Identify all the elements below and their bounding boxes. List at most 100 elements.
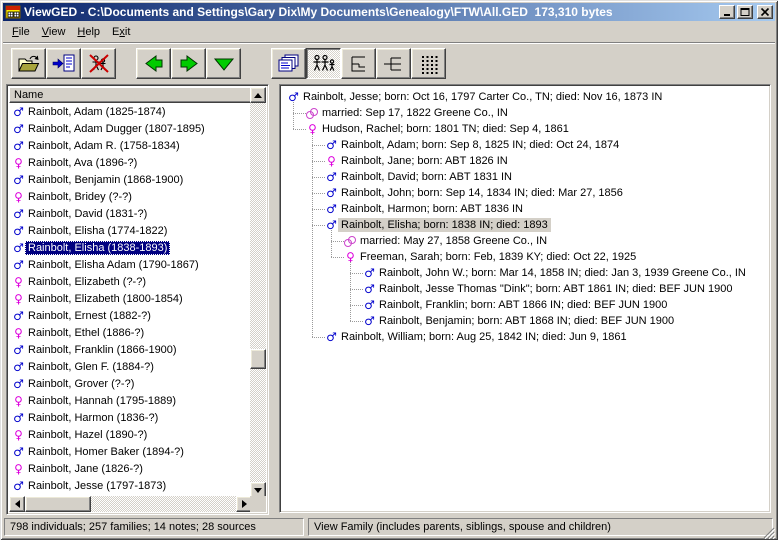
tree-row[interactable]: ♂Rainbolt, Harmon; born: ABT 1836 IN bbox=[282, 201, 768, 217]
status-counts: 798 individuals; 257 families; 14 notes;… bbox=[4, 518, 304, 536]
down-button[interactable] bbox=[206, 48, 241, 79]
tree-row[interactable]: ♂Rainbolt, Franklin; born: ABT 1866 IN; … bbox=[282, 297, 768, 313]
window-title: ViewGED - C:\Documents and Settings\Gary… bbox=[24, 5, 719, 19]
copy-pages-button[interactable] bbox=[271, 48, 306, 79]
person-red-x-icon bbox=[87, 53, 111, 75]
list-item-label: Rainbolt, Adam R. (1758-1834) bbox=[25, 139, 183, 153]
family-tree: ♂Rainbolt, Jesse; born: Oct 16, 1797 Car… bbox=[282, 87, 768, 510]
male-icon: ♂ bbox=[325, 170, 338, 184]
list-item[interactable]: ♂Rainbolt, David (1831-?) bbox=[9, 205, 252, 222]
male-icon: ♂ bbox=[12, 445, 25, 459]
tree-connector bbox=[293, 102, 294, 129]
list-item[interactable]: ♀Rainbolt, Hannah (1795-1889) bbox=[9, 392, 252, 409]
male-icon: ♂ bbox=[12, 411, 25, 425]
list-item[interactable]: ♀Rainbolt, Elizabeth (?-?) bbox=[9, 273, 252, 290]
arrow-to-document-icon bbox=[52, 53, 76, 75]
open-file-button[interactable] bbox=[11, 48, 46, 79]
vscroll-thumb[interactable] bbox=[250, 349, 266, 369]
list-item[interactable]: ♂Rainbolt, Adam Dugger (1807-1895) bbox=[9, 120, 252, 137]
tree-row-text: Rainbolt, David; born: ABT 1831 IN bbox=[338, 170, 515, 184]
list-item[interactable]: ♂Rainbolt, Glen F. (1884-?) bbox=[9, 358, 252, 375]
female-icon: ♀ bbox=[12, 394, 25, 408]
tree-row-text: Rainbolt, William; born: Aug 25, 1842 IN… bbox=[338, 330, 630, 344]
tree-row[interactable]: ♂Rainbolt, Adam; born: Sep 8, 1825 IN; d… bbox=[282, 137, 768, 153]
tree-row[interactable]: ♂Rainbolt, John W.; born: Mar 14, 1858 I… bbox=[282, 265, 768, 281]
tree-row[interactable]: married: May 27, 1858 Greene Co., IN bbox=[282, 233, 768, 249]
tree-row[interactable]: ♀Hudson, Rachel; born: 1801 TN; died: Se… bbox=[282, 121, 768, 137]
export-document-button[interactable] bbox=[46, 48, 81, 79]
list-item[interactable]: ♂Rainbolt, Jesse (1797-1873) bbox=[9, 477, 252, 494]
tree-connector bbox=[350, 262, 351, 321]
list-item[interactable]: ♀Rainbolt, Ethel (1886-?) bbox=[9, 324, 252, 341]
list-item[interactable]: ♀Rainbolt, Jane (1826-?) bbox=[9, 460, 252, 477]
list-item-label: Rainbolt, Jane (1826-?) bbox=[25, 462, 146, 476]
vscroll-track[interactable] bbox=[250, 103, 266, 498]
list-item-label: Rainbolt, Grover (?-?) bbox=[25, 377, 137, 391]
hscroll-left-button[interactable] bbox=[9, 496, 25, 512]
male-icon: ♂ bbox=[363, 282, 376, 296]
tree-row-text: Hudson, Rachel; born: 1801 TN; died: Sep… bbox=[319, 122, 572, 136]
list-item-label: Rainbolt, Elisha Adam (1790-1867) bbox=[25, 258, 202, 272]
view-pedigree-button[interactable] bbox=[341, 48, 376, 79]
list-item[interactable]: ♂Rainbolt, Adam R. (1758-1834) bbox=[9, 137, 252, 154]
tree-row[interactable]: married: Sep 17, 1822 Greene Co., IN bbox=[282, 105, 768, 121]
list-item[interactable]: ♂Rainbolt, Franklin (1866-1900) bbox=[9, 341, 252, 358]
menu-view[interactable]: View bbox=[36, 24, 72, 40]
menu-file[interactable]: File bbox=[6, 24, 36, 40]
list-item[interactable]: ♂Rainbolt, Harmon (1836-?) bbox=[9, 409, 252, 426]
list-item[interactable]: ♀Rainbolt, Elizabeth (1800-1854) bbox=[9, 290, 252, 307]
close-button[interactable] bbox=[757, 5, 773, 19]
delete-individual-button[interactable] bbox=[81, 48, 116, 79]
menu-exit[interactable]: Exit bbox=[106, 24, 136, 40]
list-item[interactable]: ♂Rainbolt, Elisha (1774-1822) bbox=[9, 222, 252, 239]
tree-row[interactable]: ♂Rainbolt, Benjamin; born: ABT 1868 IN; … bbox=[282, 313, 768, 329]
list-item[interactable]: ♀Rainbolt, Hazel (1890-?) bbox=[9, 426, 252, 443]
tree-row[interactable]: ♂Rainbolt, Jesse; born: Oct 16, 1797 Car… bbox=[282, 89, 768, 105]
family-figures-icon bbox=[311, 53, 337, 75]
tree-row[interactable]: ♀Freeman, Sarah; born: Feb, 1839 KY; die… bbox=[282, 249, 768, 265]
list-item-label: Rainbolt, Ava (1896-?) bbox=[25, 156, 140, 170]
minimize-icon bbox=[722, 7, 732, 17]
list-item[interactable]: ♂Rainbolt, Grover (?-?) bbox=[9, 375, 252, 392]
name-column-header[interactable]: Name bbox=[9, 87, 252, 103]
previous-button[interactable] bbox=[136, 48, 171, 79]
tree-row-text: Rainbolt, Adam; born: Sep 8, 1825 IN; di… bbox=[338, 138, 622, 152]
female-icon: ♀ bbox=[12, 275, 25, 289]
list-item[interactable]: ♂Rainbolt, Adam (1825-1874) bbox=[9, 103, 252, 120]
tree-row[interactable]: ♀Rainbolt, Jane; born: ABT 1826 IN bbox=[282, 153, 768, 169]
list-item[interactable]: ♂Rainbolt, Ernest (1882-?) bbox=[9, 307, 252, 324]
tree-row[interactable]: ♂Rainbolt, Jesse Thomas "Dink"; born: AB… bbox=[282, 281, 768, 297]
list-item[interactable]: ♂Rainbolt, Elisha (1838-1893) bbox=[9, 239, 252, 256]
tree-row[interactable]: ♂Rainbolt, Elisha; born: 1838 IN; died: … bbox=[282, 217, 768, 233]
list-item[interactable]: ♀Rainbolt, Bridey (?-?) bbox=[9, 188, 252, 205]
male-icon: ♂ bbox=[12, 224, 25, 238]
tree-row[interactable]: ♂Rainbolt, John; born: Sep 14, 1834 IN; … bbox=[282, 185, 768, 201]
next-button[interactable] bbox=[171, 48, 206, 79]
maximize-button[interactable] bbox=[737, 5, 753, 19]
list-item-label: Rainbolt, Franklin (1866-1900) bbox=[25, 343, 180, 357]
view-family-button[interactable] bbox=[306, 48, 341, 79]
list-item-label: Rainbolt, Hazel (1890-?) bbox=[25, 428, 150, 442]
app-icon bbox=[5, 4, 21, 20]
tree-row-text: Rainbolt, Elisha; born: 1838 IN; died: 1… bbox=[338, 218, 551, 232]
left-arrow-icon bbox=[11, 500, 20, 508]
hscroll-thumb[interactable] bbox=[25, 496, 91, 512]
male-icon: ♂ bbox=[12, 105, 25, 119]
tree-row[interactable]: ♂Rainbolt, David; born: ABT 1831 IN bbox=[282, 169, 768, 185]
vscroll-up-button[interactable] bbox=[250, 87, 266, 103]
view-descendants-button[interactable] bbox=[376, 48, 411, 79]
male-icon: ♂ bbox=[325, 186, 338, 200]
list-item[interactable]: ♂Rainbolt, Benjamin (1868-1900) bbox=[9, 171, 252, 188]
list-item[interactable]: ♂Rainbolt, Elisha Adam (1790-1867) bbox=[9, 256, 252, 273]
female-icon: ♀ bbox=[12, 190, 25, 204]
resize-grip[interactable] bbox=[762, 526, 775, 539]
tree-row-text: married: May 27, 1858 Greene Co., IN bbox=[357, 234, 550, 248]
list-item-label: Rainbolt, Ernest (1882-?) bbox=[25, 309, 154, 323]
list-item[interactable]: ♂Rainbolt, Homer Baker (1894-?) bbox=[9, 443, 252, 460]
view-grid-button[interactable] bbox=[411, 48, 446, 79]
male-icon: ♂ bbox=[12, 122, 25, 136]
tree-row[interactable]: ♂Rainbolt, William; born: Aug 25, 1842 I… bbox=[282, 329, 768, 345]
menu-help[interactable]: Help bbox=[71, 24, 106, 40]
minimize-button[interactable] bbox=[719, 5, 735, 19]
list-item[interactable]: ♀Rainbolt, Ava (1896-?) bbox=[9, 154, 252, 171]
